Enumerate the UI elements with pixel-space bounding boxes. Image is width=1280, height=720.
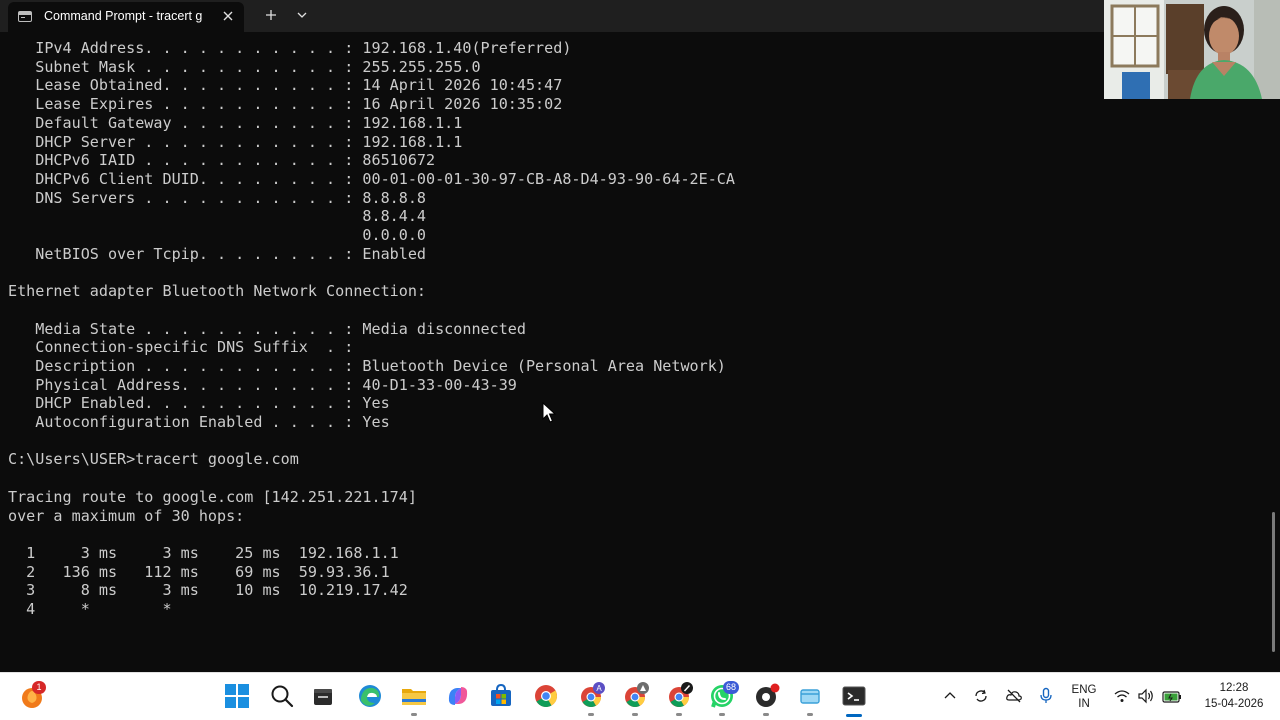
terminal-line: Ethernet adapter Bluetooth Network Conne…	[8, 282, 427, 301]
terminal-line: 0.0.0.0	[8, 226, 427, 244]
chrome-icon	[669, 682, 693, 707]
file-app-button[interactable]	[308, 681, 338, 711]
edge-button[interactable]	[355, 681, 385, 711]
running-indicator	[588, 713, 594, 716]
terminal-line: Media State . . . . . . . . . . . : Medi…	[8, 319, 526, 338]
taskbar: 1 A 68 ENG IN 12:28 15-04-2026	[0, 672, 1280, 720]
terminal-line: DHCP Enabled. . . . . . . . . . . : Yes	[8, 394, 390, 413]
window-icon	[800, 689, 820, 704]
search-icon	[271, 685, 294, 708]
terminal-icon	[842, 686, 866, 706]
plus-icon[interactable]	[263, 7, 279, 23]
terminal-line: 3 8 ms 3 ms 10 ms 10.219.17.42	[8, 581, 408, 600]
terminal-line: Lease Obtained. . . . . . . . . . : 14 A…	[8, 76, 563, 95]
title-bar: Command Prompt - tracert g	[0, 0, 1280, 32]
scrollbar[interactable]	[1272, 512, 1275, 652]
terminal-line: DNS Servers . . . . . . . . . . . : 8.8.…	[8, 188, 427, 207]
running-indicator	[676, 713, 682, 716]
copilot-icon	[448, 687, 468, 705]
terminal-line: Default Gateway . . . . . . . . . : 192.…	[8, 113, 463, 132]
whatsapp-badge: 68	[723, 681, 740, 694]
terminal-line: C:\Users\USER>tracert google.com	[8, 450, 299, 469]
terminal-line: DHCPv6 Client DUID. . . . . . . . : 00-0…	[8, 169, 735, 188]
tab-title: Command Prompt - tracert g	[44, 9, 203, 23]
wifi-icon[interactable]	[1113, 688, 1131, 708]
chrome-button[interactable]	[531, 681, 561, 711]
terminal-button[interactable]	[839, 681, 869, 711]
terminal-line: Tracing route to google.com [142.251.221…	[8, 487, 417, 506]
chevron-down-icon[interactable]	[294, 7, 310, 23]
running-indicator	[763, 713, 769, 716]
windows-start-icon	[225, 684, 249, 708]
chrome-icon	[625, 682, 649, 707]
file-explorer-button[interactable]	[399, 681, 429, 711]
active-indicator	[846, 714, 862, 717]
running-indicator	[632, 713, 638, 716]
app-icon	[756, 683, 780, 707]
edge-icon	[359, 685, 381, 707]
file-app-icon	[314, 689, 332, 705]
chrome-profile-c-button[interactable]	[664, 681, 694, 711]
running-indicator	[411, 713, 417, 716]
terminal-line: DHCPv6 IAID . . . . . . . . . . . : 8651…	[8, 151, 436, 170]
language-primary[interactable]: ENG	[1070, 684, 1098, 696]
store-icon	[491, 683, 511, 706]
chrome-icon: A	[581, 682, 605, 707]
chrome-profile-a-button[interactable]: A	[576, 681, 606, 711]
terminal-line: 8.8.4.4	[8, 207, 427, 226]
terminal-line: IPv4 Address. . . . . . . . . . . : 192.…	[8, 39, 572, 57]
close-icon[interactable]	[220, 8, 236, 24]
sync-icon[interactable]	[972, 687, 990, 709]
cloud-off-icon[interactable]	[1005, 687, 1023, 709]
store-button[interactable]	[486, 681, 516, 711]
terminal-output[interactable]: IPv4 Address. . . . . . . . . . . : 192.…	[0, 32, 1270, 672]
terminal-line: Description . . . . . . . . . . . : Blue…	[8, 356, 726, 375]
terminal-line: over a maximum of 30 hops:	[8, 506, 245, 525]
window-app-button[interactable]	[795, 681, 825, 711]
webcam-overlay	[1104, 0, 1280, 99]
terminal-line: DHCP Server . . . . . . . . . . . : 192.…	[8, 132, 463, 151]
volume-icon[interactable]	[1137, 688, 1155, 708]
copilot-button[interactable]	[443, 681, 473, 711]
terminal-line: Lease Expires . . . . . . . . . . : 16 A…	[8, 95, 563, 114]
battery-icon[interactable]	[1162, 689, 1182, 708]
mouse-pointer-icon	[542, 402, 556, 423]
terminal-line: 4 * *	[8, 600, 172, 618]
chrome-icon	[535, 685, 557, 707]
terminal-line: Autoconfiguration Enabled . . . . : Yes	[8, 413, 390, 431]
notification-badge: 1	[32, 681, 46, 694]
running-indicator	[719, 713, 725, 716]
running-indicator	[807, 713, 813, 716]
terminal-line: Connection-specific DNS Suffix . :	[8, 338, 354, 357]
svg-text:A: A	[596, 684, 602, 693]
tab-command-prompt[interactable]: Command Prompt - tracert g	[8, 2, 244, 32]
terminal-icon	[18, 11, 32, 22]
terminal-line: 2 136 ms 112 ms 69 ms 59.93.36.1	[8, 562, 390, 581]
language-secondary[interactable]: IN	[1070, 698, 1098, 710]
folder-icon	[402, 689, 426, 705]
clock-date[interactable]: 15-04-2026	[1196, 698, 1272, 710]
app-button[interactable]	[751, 681, 781, 711]
terminal-line: Subnet Mask . . . . . . . . . . . : 255.…	[8, 57, 481, 76]
search-button[interactable]	[267, 681, 297, 711]
terminal-line: 1 3 ms 3 ms 25 ms 192.168.1.1	[8, 543, 399, 562]
terminal-line: NetBIOS over Tcpip. . . . . . . . : Enab…	[8, 244, 427, 263]
chevron-up-icon[interactable]	[942, 688, 958, 708]
start-button[interactable]	[222, 681, 252, 711]
clock-time[interactable]: 12:28	[1196, 682, 1272, 694]
chrome-profile-b-button[interactable]	[620, 681, 650, 711]
terminal-line: Physical Address. . . . . . . . . : 40-D…	[8, 375, 517, 394]
microphone-icon[interactable]	[1038, 687, 1054, 709]
